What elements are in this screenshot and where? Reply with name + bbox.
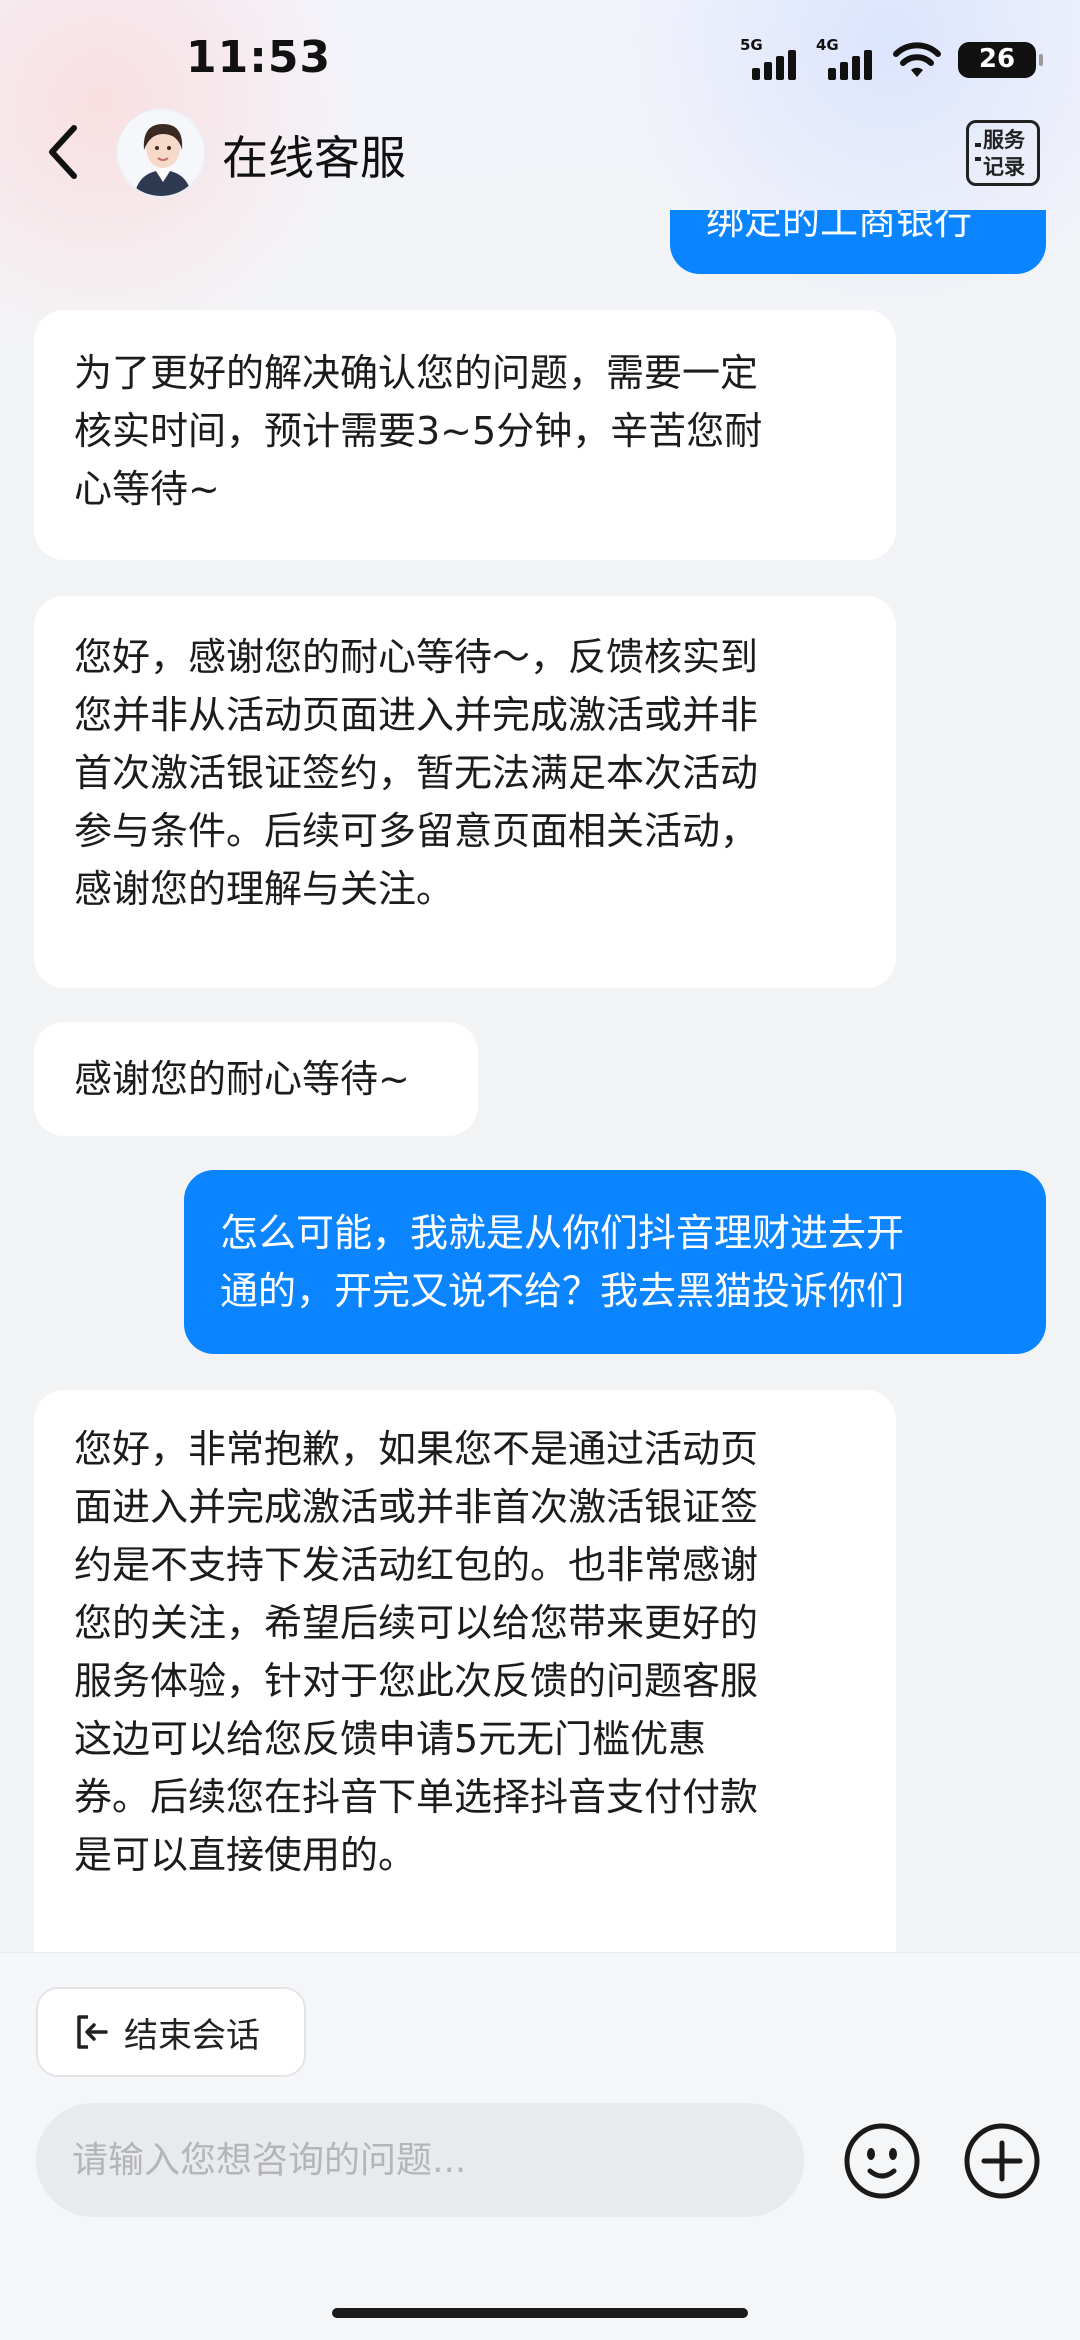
agent-message: 您好，非常抱歉，如果您不是通过活动页 面进入并完成激活或并非首次激活银证签 约是… — [34, 1390, 896, 1990]
agent-message: 您好，感谢您的耐心等待～，反馈核实到 您并非从活动页面进入并完成激活或并非 首次… — [34, 596, 896, 988]
message-input-container — [36, 2103, 804, 2217]
status-icons: 5G 4G 26 — [740, 36, 1043, 80]
add-icon[interactable] — [962, 2121, 1042, 2201]
agent-message: 为了更好的解决确认您的问题，需要一定 核实时间，预计需要3~5分钟，辛苦您耐 心… — [34, 310, 896, 560]
battery-level: 26 — [978, 44, 1016, 74]
battery-icon: 26 — [958, 42, 1043, 78]
message-input[interactable] — [72, 2139, 772, 2181]
status-time: 11:53 — [186, 32, 332, 83]
cellular-signal-icon: 5G — [740, 36, 806, 80]
chat-screen: 11:53 5G 4G 26 在线客服 服务 记录 绑定的工商银行 为了更好的解… — [0, 0, 1080, 2340]
service-records-label: 服务 记录 — [983, 128, 1025, 179]
composer-panel: 结束会话 — [0, 1952, 1080, 2340]
end-chat-button[interactable]: 结束会话 — [36, 1987, 306, 2077]
exit-icon — [77, 2015, 108, 2049]
chat-header: 在线客服 服务 记录 — [0, 100, 1080, 210]
cellular-signal-icon-2: 4G — [816, 36, 882, 80]
user-message: 绑定的工商银行 — [670, 210, 1046, 274]
home-indicator[interactable] — [332, 2308, 748, 2318]
service-records-button[interactable]: 服务 记录 — [966, 120, 1040, 186]
emoji-icon[interactable] — [842, 2121, 922, 2201]
back-arrow-icon[interactable] — [40, 120, 90, 184]
records-icon-mark-2 — [975, 157, 981, 161]
user-message: 怎么可能，我就是从你们抖音理财进去开 通的，开完又说不给？我去黑猫投诉你们 — [184, 1170, 1046, 1354]
records-icon-mark — [975, 143, 981, 147]
wifi-icon — [893, 42, 941, 77]
agent-message: 感谢您的耐心等待~ — [34, 1022, 478, 1136]
agent-avatar — [116, 108, 206, 198]
page-title: 在线客服 — [222, 131, 406, 185]
end-chat-label: 结束会话 — [124, 2015, 260, 2056]
